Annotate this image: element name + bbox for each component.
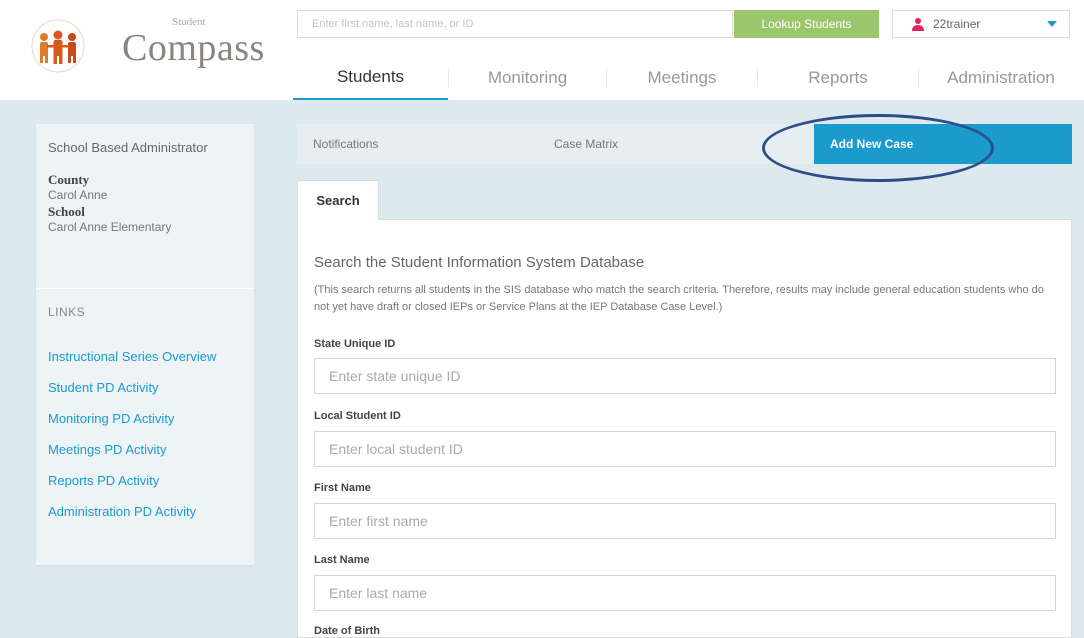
tab-reports[interactable]: Reports	[758, 56, 918, 100]
user-role: School Based Administrator	[48, 140, 208, 155]
school-value: Carol Anne Elementary	[48, 220, 172, 234]
family-logo-icon	[31, 19, 85, 73]
last-name-input[interactable]	[315, 576, 1055, 610]
tab-students[interactable]: Students	[293, 56, 448, 100]
student-compass-logo[interactable]: Student Compass	[30, 12, 264, 82]
link-student-pd-activity[interactable]: Student PD Activity	[48, 380, 159, 395]
main-nav: Students Monitoring Meetings Reports Adm…	[293, 56, 1084, 100]
search-title: Search the Student Information System Da…	[314, 254, 645, 271]
user-info-card: School Based Administrator County Carol …	[36, 124, 254, 288]
student-search-input[interactable]	[298, 11, 732, 37]
state-unique-id-field[interactable]	[314, 358, 1056, 394]
local-student-id-input[interactable]	[315, 432, 1055, 466]
link-monitoring-pd-activity[interactable]: Monitoring PD Activity	[48, 411, 174, 426]
user-menu[interactable]: 22trainer	[892, 10, 1070, 38]
links-header: LINKS	[48, 305, 86, 319]
lookup-students-button[interactable]: Lookup Students	[734, 10, 879, 38]
last-name-field[interactable]	[314, 575, 1056, 611]
student-search-field[interactable]	[297, 10, 733, 38]
school-label: School	[48, 204, 85, 219]
link-meetings-pd-activity[interactable]: Meetings PD Activity	[48, 442, 167, 457]
chevron-down-icon[interactable]	[1047, 21, 1057, 27]
links-card: LINKS Instructional Series Overview Stud…	[36, 288, 254, 565]
add-new-case-button[interactable]: Add New Case	[814, 124, 1072, 164]
link-administration-pd-activity[interactable]: Administration PD Activity	[48, 504, 196, 519]
state-unique-id-input[interactable]	[315, 359, 1055, 393]
county-value: Carol Anne	[48, 188, 108, 202]
local-student-id-label: Local Student ID	[314, 410, 401, 422]
county-label: County	[48, 172, 90, 187]
link-reports-pd-activity[interactable]: Reports PD Activity	[48, 473, 159, 488]
link-instructional-series-overview[interactable]: Instructional Series Overview	[48, 349, 216, 364]
search-panel: Search the Student Information System Da…	[297, 219, 1072, 638]
user-icon	[912, 18, 924, 31]
username-label: 22trainer	[933, 17, 981, 31]
tab-meetings[interactable]: Meetings	[607, 56, 757, 100]
header: Student Compass Lookup Students 22traine…	[0, 0, 1084, 100]
tab-administration[interactable]: Administration	[919, 56, 1083, 100]
first-name-field[interactable]	[314, 503, 1056, 539]
date-of-birth-label: Date of Birth	[314, 625, 380, 637]
first-name-label: First Name	[314, 482, 371, 494]
local-student-id-field[interactable]	[314, 431, 1056, 467]
tab-search[interactable]: Search	[297, 180, 379, 220]
search-description: (This search returns all students in the…	[314, 284, 1044, 313]
case-subtabs: Notifications Case Matrix Add New Case	[297, 124, 1072, 164]
logo-compass-text: Compass	[122, 27, 265, 69]
last-name-label: Last Name	[314, 554, 370, 566]
tab-case-matrix[interactable]: Case Matrix	[554, 124, 814, 164]
state-unique-id-label: State Unique ID	[314, 338, 396, 350]
tab-monitoring[interactable]: Monitoring	[449, 56, 606, 100]
first-name-input[interactable]	[315, 504, 1055, 538]
tab-notifications[interactable]: Notifications	[297, 124, 554, 164]
